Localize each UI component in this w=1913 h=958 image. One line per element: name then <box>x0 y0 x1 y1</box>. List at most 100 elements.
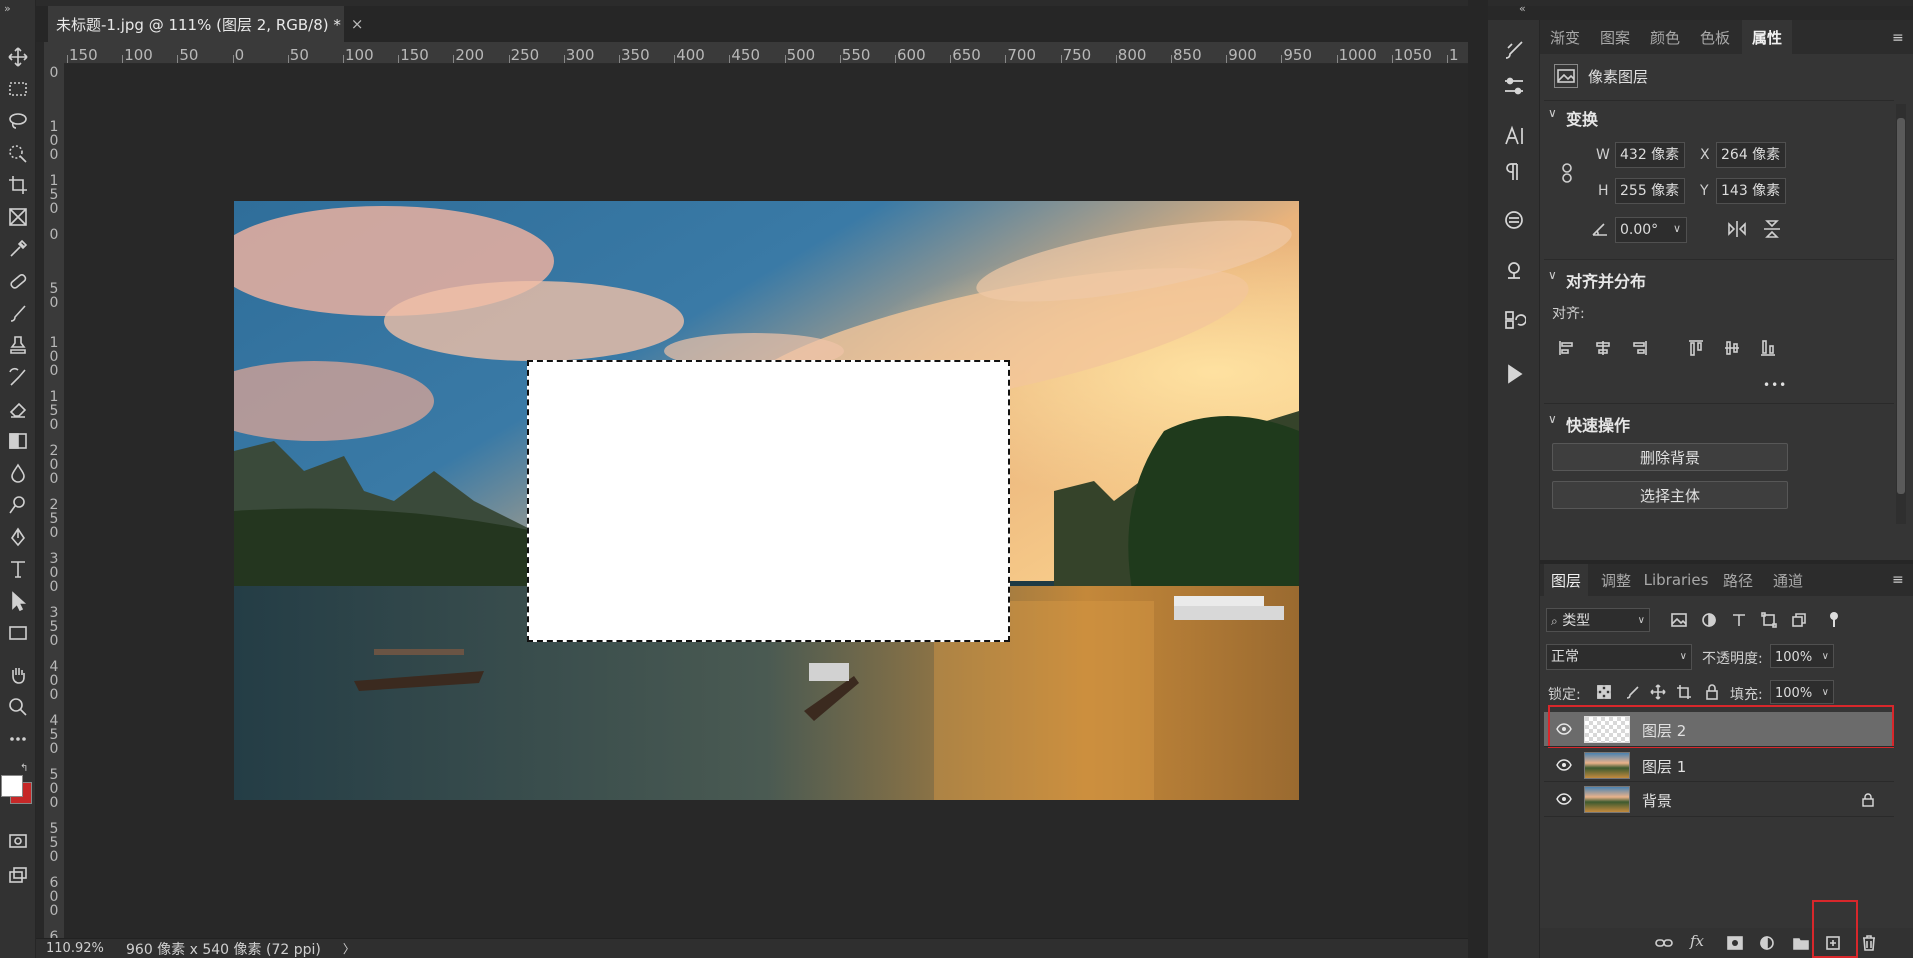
filter-smart-object-icon[interactable] <box>1788 610 1810 630</box>
hand-tool-icon[interactable] <box>2 660 34 690</box>
lock-transparent-icon[interactable] <box>1594 682 1614 702</box>
delete-layer-icon[interactable] <box>1858 932 1880 954</box>
angle-dropdown-icon[interactable]: ∨ <box>1673 222 1681 235</box>
layer-row-background[interactable]: 背景 <box>1544 782 1894 816</box>
properties-scrollbar[interactable] <box>1896 104 1906 524</box>
close-tab-icon[interactable]: × <box>351 15 364 33</box>
align-left-icon[interactable] <box>1555 337 1579 359</box>
align-hcenter-icon[interactable] <box>1591 337 1615 359</box>
tab-libraries[interactable]: Libraries <box>1644 564 1709 596</box>
layers-panel-menu-icon[interactable]: ≡ <box>1892 572 1904 588</box>
filter-type-icon[interactable] <box>1728 610 1750 630</box>
add-mask-icon[interactable] <box>1724 932 1746 954</box>
clone-stamp-tool-icon[interactable] <box>2 330 34 360</box>
marquee-tool-icon[interactable] <box>2 74 34 104</box>
link-layers-icon[interactable] <box>1652 932 1676 954</box>
history-icon[interactable] <box>1496 302 1532 338</box>
dodge-tool-icon[interactable] <box>2 490 34 520</box>
scroll-thumb[interactable] <box>1897 118 1905 494</box>
quick-mask-icon[interactable] <box>2 826 34 856</box>
select-subject-button[interactable]: 选择主体 <box>1552 481 1788 509</box>
transform-chevron-icon[interactable]: ∨ <box>1548 106 1557 120</box>
align-right-icon[interactable] <box>1627 337 1651 359</box>
align-chevron-icon[interactable]: ∨ <box>1548 268 1557 282</box>
x-field[interactable]: 264 像素 <box>1716 142 1786 168</box>
tab-paths[interactable]: 路径 <box>1716 564 1760 596</box>
frame-tool-icon[interactable] <box>2 202 34 232</box>
document-tab[interactable]: 未标题-1.jpg @ 111% (图层 2, RGB/8) * × <box>48 6 363 42</box>
tab-pattern[interactable]: 图案 <box>1594 20 1636 54</box>
align-vcenter-icon[interactable] <box>1720 337 1744 359</box>
document-image[interactable] <box>234 201 1299 800</box>
blend-mode-select[interactable]: 正常 ∨ <box>1546 644 1692 670</box>
rectangle-tool-icon[interactable] <box>2 618 34 648</box>
history-brush-tool-icon[interactable] <box>2 362 34 392</box>
quick-actions-chevron-icon[interactable]: ∨ <box>1548 412 1557 426</box>
glyphs-icon[interactable] <box>1496 202 1532 238</box>
flip-vertical-icon[interactable] <box>1761 218 1783 240</box>
brush-tool-icon[interactable] <box>2 298 34 328</box>
crop-tool-icon[interactable] <box>2 170 34 200</box>
transform-title[interactable]: 变换 <box>1566 106 1598 130</box>
layer-name[interactable]: 图层 1 <box>1642 756 1686 777</box>
y-field[interactable]: 143 像素 <box>1716 178 1786 204</box>
layer-lock-icon[interactable] <box>1862 792 1874 811</box>
visibility-eye-icon[interactable] <box>1556 757 1572 776</box>
collapse-panels-icon[interactable]: « <box>1519 2 1526 15</box>
tab-properties[interactable]: 属性 <box>1742 20 1792 54</box>
fx-icon[interactable]: fx <box>1690 932 1704 950</box>
status-menu-arrow[interactable]: 〉 <box>343 940 355 957</box>
filter-shape-icon[interactable] <box>1758 610 1780 630</box>
3d-icon[interactable] <box>1496 252 1532 288</box>
flip-horizontal-icon[interactable] <box>1726 218 1748 240</box>
lasso-tool-icon[interactable] <box>2 106 34 136</box>
pen-tool-icon[interactable] <box>2 522 34 552</box>
tab-gradient[interactable]: 渐变 <box>1544 20 1586 54</box>
link-dimensions-icon[interactable] <box>1556 160 1578 186</box>
type-tool-icon[interactable] <box>2 554 34 584</box>
quick-select-tool-icon[interactable] <box>2 138 34 168</box>
tab-swatches[interactable]: 色板 <box>1694 20 1736 54</box>
selection-white-fill[interactable] <box>527 360 1010 642</box>
visibility-eye-icon[interactable] <box>1556 791 1572 810</box>
panel-menu-icon[interactable]: ≡ <box>1892 30 1904 46</box>
more-align-options[interactable]: ••• <box>1763 378 1787 392</box>
collapse-toolbar-icon[interactable]: » <box>4 2 11 15</box>
layer-filter-select[interactable]: ⌕ 类型 ∨ <box>1546 608 1650 632</box>
align-title[interactable]: 对齐并分布 <box>1566 268 1646 292</box>
zoom-tool-icon[interactable] <box>2 692 34 722</box>
new-group-folder-icon[interactable] <box>1790 932 1812 954</box>
tab-adjustments[interactable]: 调整 <box>1594 564 1638 596</box>
blur-tool-icon[interactable] <box>2 458 34 488</box>
foreground-color-swatch[interactable] <box>1 775 23 797</box>
height-field[interactable]: 255 像素 <box>1615 178 1685 204</box>
remove-background-button[interactable]: 删除背景 <box>1552 443 1788 471</box>
move-tool-icon[interactable] <box>2 42 34 72</box>
actions-play-icon[interactable] <box>1496 356 1532 392</box>
filter-pixel-icon[interactable] <box>1668 610 1690 630</box>
quick-actions-title[interactable]: 快速操作 <box>1566 412 1630 436</box>
layer-row-layer1[interactable]: 图层 1 <box>1544 748 1894 782</box>
paragraph-icon[interactable] <box>1496 154 1532 190</box>
adjust-sliders-icon[interactable] <box>1496 68 1532 104</box>
zoom-level[interactable]: 110.92% <box>46 941 116 956</box>
screen-mode-icon[interactable] <box>2 860 34 890</box>
gradient-tool-icon[interactable] <box>2 426 34 456</box>
align-bottom-icon[interactable] <box>1756 337 1780 359</box>
lock-artboard-icon[interactable] <box>1674 682 1694 702</box>
align-top-icon[interactable] <box>1684 337 1708 359</box>
lock-all-icon[interactable] <box>1702 682 1722 702</box>
width-field[interactable]: 432 像素 <box>1615 142 1685 168</box>
layer-name[interactable]: 背景 <box>1642 790 1672 811</box>
fill-field[interactable]: 100% ∨ <box>1770 680 1834 704</box>
swap-colors-icon[interactable]: ↰ <box>20 763 28 774</box>
opacity-field[interactable]: 100% ∨ <box>1770 644 1834 668</box>
tab-color[interactable]: 颜色 <box>1644 20 1686 54</box>
filter-adjustment-icon[interactable] <box>1698 610 1720 630</box>
character-icon[interactable] <box>1496 118 1532 154</box>
more-tools-icon[interactable] <box>2 724 34 754</box>
eraser-tool-icon[interactable] <box>2 394 34 424</box>
eyedropper-tool-icon[interactable] <box>2 234 34 264</box>
path-select-tool-icon[interactable] <box>2 586 34 616</box>
lock-pixels-icon[interactable] <box>1622 682 1642 702</box>
